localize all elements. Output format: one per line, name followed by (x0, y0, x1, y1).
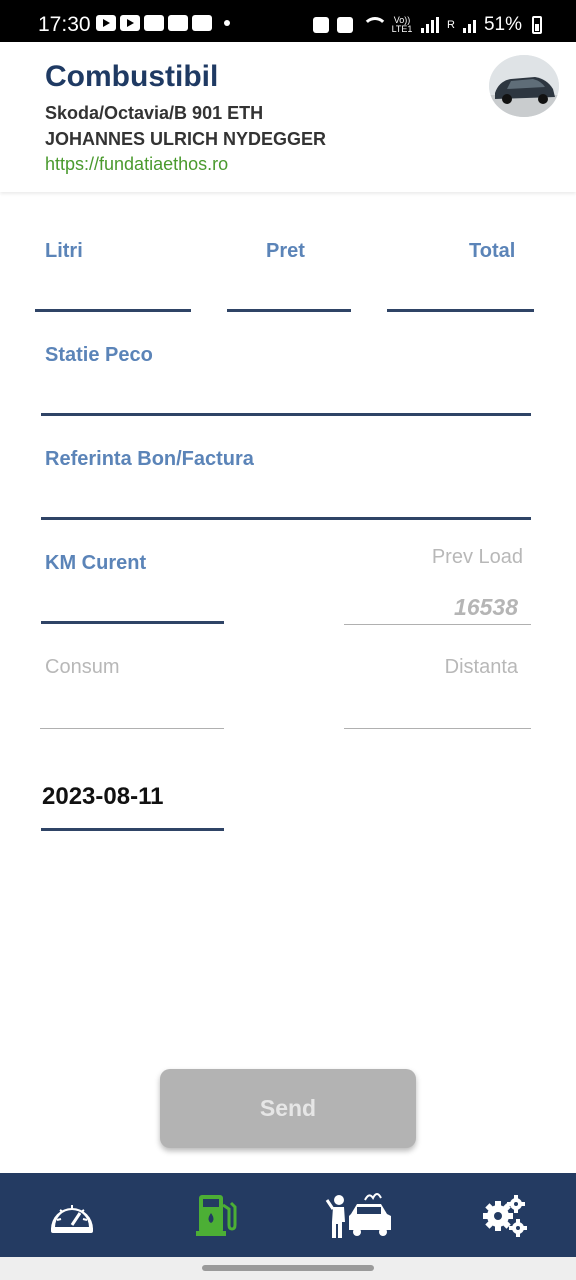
nav-settings[interactable] (432, 1173, 576, 1257)
total-input[interactable] (387, 309, 534, 312)
km-curent-input[interactable] (41, 621, 224, 624)
system-indicators: Vo)) LTE1 R 51% (313, 14, 542, 36)
youtube-icon (96, 15, 116, 31)
outlook-icon (168, 15, 188, 31)
volte-indicator: Vo)) LTE1 (391, 15, 413, 34)
prev-load-label: Prev Load (431, 546, 523, 568)
dashboard-icon (51, 1205, 93, 1233)
battery-percent: 51% (483, 14, 522, 35)
mute-icon (337, 17, 354, 33)
distanta-label: Distanta (444, 656, 518, 678)
car-repair-icon (325, 1193, 391, 1238)
wifi-icon (361, 17, 389, 33)
gallery-icon (192, 15, 212, 31)
recycle-icon (313, 17, 330, 33)
nav-incident[interactable] (288, 1173, 432, 1257)
status-bar: 17:30 Vo)) LTE1 R 51% (0, 0, 576, 42)
nav-fuel[interactable] (144, 1173, 288, 1257)
page-title: Combustibil (45, 60, 219, 93)
pret-label: Pret (266, 240, 305, 262)
referinta-label: Referinta Bon/Factura (45, 448, 254, 470)
settings-gears-icon (483, 1195, 527, 1237)
litri-label: Litri (45, 240, 83, 262)
litri-input[interactable] (35, 309, 191, 312)
km-curent-label: KM Curent (45, 552, 147, 574)
consum-field (40, 728, 224, 729)
status-time: 17:30 (38, 13, 91, 36)
battery-icon (532, 16, 542, 34)
vehicle-info: Skoda/Octavia/B 901 ETH (45, 103, 264, 123)
website-link[interactable]: https://fundatiaethos.ro (45, 154, 228, 175)
prev-load-value: 16538 (454, 594, 518, 620)
statie-peco-label: Statie Peco (45, 344, 153, 366)
bottom-nav (0, 1173, 576, 1257)
nav-dashboard[interactable] (0, 1173, 144, 1257)
prev-load-field (344, 624, 531, 625)
vehicle-avatar[interactable] (489, 55, 559, 117)
mail-icon (144, 15, 164, 31)
driver-name: JOHANNES ULRICH NYDEGGER (45, 129, 327, 149)
referinta-input[interactable] (41, 517, 531, 520)
distanta-field (344, 728, 531, 729)
pret-input[interactable] (227, 309, 351, 312)
home-gesture-handle[interactable] (202, 1265, 374, 1271)
car-photo-icon (489, 55, 559, 117)
statie-peco-input[interactable] (41, 413, 531, 416)
consum-label: Consum (45, 656, 120, 678)
signal-icon (421, 17, 440, 33)
date-value[interactable]: 2023-08-11 (42, 783, 163, 811)
more-notifications-dot-icon (224, 20, 230, 26)
total-label: Total (469, 240, 516, 262)
roaming-indicator: R (447, 19, 455, 31)
app-header: Combustibil Skoda/Octavia/B 901 ETH JOHA… (0, 42, 576, 192)
signal-icon-2 (462, 17, 476, 33)
youtube-icon (120, 15, 140, 31)
date-input[interactable] (41, 828, 224, 831)
fuel-pump-icon (196, 1195, 237, 1236)
notification-icons (96, 15, 230, 31)
system-nav-bar (0, 1257, 576, 1280)
send-button[interactable]: Send (160, 1069, 416, 1148)
